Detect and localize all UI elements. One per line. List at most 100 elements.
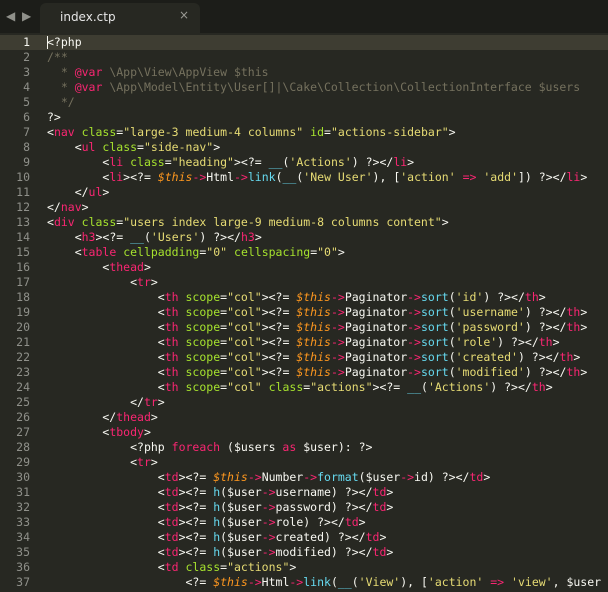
code-token: > bbox=[150, 455, 158, 469]
code-token: > bbox=[386, 485, 394, 499]
code-token: __ bbox=[407, 380, 421, 394]
code-token: ?> bbox=[358, 440, 373, 454]
code-token: th bbox=[164, 320, 179, 334]
code-line[interactable]: 37 <?= $this->Html->link(__('View'), ['a… bbox=[0, 575, 608, 590]
code-line[interactable]: 36 <td class="actions"> bbox=[0, 560, 608, 575]
code-line[interactable]: 10 <li><?= $this->Html->link(__('New Use… bbox=[0, 170, 608, 185]
code-token: > bbox=[538, 290, 546, 304]
line-number: 9 bbox=[23, 155, 30, 169]
code-token: <?php bbox=[47, 35, 82, 49]
code-token: > bbox=[580, 305, 588, 319]
code-line[interactable]: 2 /** bbox=[0, 50, 608, 65]
code-line[interactable]: 14 <h3><?= __('Users') ?></h3> bbox=[0, 230, 608, 245]
tab-index-ctp[interactable]: index.ctp × bbox=[40, 3, 200, 33]
code-line[interactable]: 11 </ul> bbox=[0, 185, 608, 200]
line-number: 23 bbox=[16, 365, 30, 379]
code-token: ul bbox=[88, 185, 103, 199]
code-line[interactable]: 26 </thead> bbox=[0, 410, 608, 425]
code-text: <ul class="side-nav"> bbox=[47, 140, 220, 155]
code-token: "0" bbox=[317, 245, 338, 259]
code-token: ?> bbox=[213, 230, 228, 244]
code-line[interactable]: 35 <td><?= h($user->modified) ?></td> bbox=[0, 545, 608, 560]
code-line[interactable]: 12 </nav> bbox=[0, 200, 608, 215]
code-line[interactable]: 33 <td><?= h($user->role) ?></td> bbox=[0, 515, 608, 530]
code-token: = bbox=[324, 125, 331, 139]
code-token: Paginator bbox=[344, 305, 408, 319]
code-token: ul bbox=[81, 140, 96, 154]
code-line[interactable]: 23 <th scope="col"><?= $this->Paginator-… bbox=[0, 365, 608, 380]
code-token: class bbox=[102, 140, 138, 154]
code-line[interactable]: 16 <thead> bbox=[0, 260, 608, 275]
code-token: thead bbox=[109, 260, 144, 274]
code-line[interactable]: 7 <nav class = "large-3 medium-4 columns" i… bbox=[0, 125, 608, 140]
code-token: class bbox=[81, 125, 117, 139]
code-token: \App\View\AppView $this bbox=[102, 65, 269, 79]
code-token: </ bbox=[511, 290, 525, 304]
code-text: * @var \App\View\AppView $this bbox=[47, 65, 269, 80]
code-token: <?= bbox=[268, 350, 297, 364]
code-line[interactable]: 1 <?php bbox=[0, 35, 608, 50]
code-line[interactable]: 15 <table cellpadding="0" cellspacing="0… bbox=[0, 245, 608, 260]
code-token: 'created' bbox=[455, 350, 518, 364]
code-token: < bbox=[47, 245, 82, 259]
code-line[interactable]: 22 <th scope="col"><?= $this->Paginator-… bbox=[0, 350, 608, 365]
code-line[interactable]: 34 <td><?= h($user->created) ?></td> bbox=[0, 530, 608, 545]
code-line[interactable]: 31 <td><?= h($user->username) ?></td> bbox=[0, 485, 608, 500]
code-line[interactable]: 19 <th scope="col"><?= $this->Paginator-… bbox=[0, 305, 608, 320]
code-line[interactable]: 13 <div class="users index large-9 medium… bbox=[0, 215, 608, 230]
code-line[interactable]: 6 ?> bbox=[0, 110, 608, 125]
code-text: <tr> bbox=[47, 455, 158, 470]
code-line[interactable]: 21 <th scope="col"><?= $this->Paginator-… bbox=[0, 335, 608, 350]
code-token: </ bbox=[330, 515, 345, 529]
code-line[interactable]: 32 <td><?= h($user->password) ?></td> bbox=[0, 500, 608, 515]
code-token: ( bbox=[448, 335, 456, 349]
code-token: ( bbox=[448, 320, 456, 334]
code-token: </ bbox=[552, 305, 567, 319]
code-token: class bbox=[185, 560, 221, 574]
code-token: "col" bbox=[227, 305, 262, 319]
code-line[interactable]: 4 * @var \App\Model\Entity\User[]|\Cake\… bbox=[0, 80, 608, 95]
code-token: <?php bbox=[130, 440, 172, 454]
code-token: th bbox=[566, 320, 581, 334]
code-token: -> bbox=[407, 305, 421, 319]
line-number: 34 bbox=[16, 530, 30, 544]
code-token: </ bbox=[455, 470, 470, 484]
code-token: Paginator bbox=[344, 320, 408, 334]
code-line[interactable]: 17 <tr> bbox=[0, 275, 608, 290]
code-line[interactable]: 28 <?php foreach ($users as $user): ?> bbox=[0, 440, 608, 455]
code-text: <?= $this->Html->link(__('View'), ['acti… bbox=[47, 575, 601, 590]
code-line[interactable]: 29 <tr> bbox=[0, 455, 608, 470]
code-token: -> bbox=[261, 485, 276, 499]
code-line[interactable]: 27 <tbody> bbox=[0, 425, 608, 440]
code-line[interactable]: 25 </tr> bbox=[0, 395, 608, 410]
code-line[interactable]: 20 <th scope="col"><?= $this->Paginator-… bbox=[0, 320, 608, 335]
code-line[interactable]: 18 <th scope="col"><?= $this->Paginator-… bbox=[0, 290, 608, 305]
code-line[interactable]: 30 <td><?= $this->Number->format($user->… bbox=[0, 470, 608, 485]
code-token: ( bbox=[421, 380, 428, 394]
code-line[interactable]: 5 */ bbox=[0, 95, 608, 110]
code-text: <h3><?= __('Users') ?></h3> bbox=[47, 230, 262, 245]
code-line[interactable]: 9 <li class="heading"><?= __('Actions') … bbox=[0, 155, 608, 170]
code-token: <?= bbox=[185, 530, 214, 544]
code-token: <?= bbox=[185, 485, 214, 499]
code-token: > bbox=[233, 155, 241, 169]
code-token: li bbox=[566, 170, 581, 184]
code-token: __ bbox=[268, 155, 283, 169]
code-token: "large-3 medium-4 columns" bbox=[123, 125, 304, 139]
code-token: < bbox=[47, 260, 110, 274]
code-line[interactable]: 3 * @var \App\View\AppView $this bbox=[0, 65, 608, 80]
code-token: > bbox=[545, 380, 553, 394]
code-token: li bbox=[393, 155, 408, 169]
code-line[interactable]: 8 <ul class="side-nav"> bbox=[0, 140, 608, 155]
code-token: $this bbox=[296, 365, 331, 379]
code-editor[interactable]: 1 <?php 2/** 3 * @var \App\View\AppView $th… bbox=[0, 33, 608, 592]
back-arrow-icon[interactable]: ◀ bbox=[6, 9, 18, 23]
close-icon[interactable]: × bbox=[179, 8, 189, 22]
code-line[interactable]: 24 <th scope="col" class="actions"><?= _… bbox=[0, 380, 608, 395]
line-number: 13 bbox=[16, 215, 30, 229]
code-token: Paginator bbox=[344, 350, 408, 364]
forward-arrow-icon[interactable]: ▶ bbox=[22, 9, 34, 23]
